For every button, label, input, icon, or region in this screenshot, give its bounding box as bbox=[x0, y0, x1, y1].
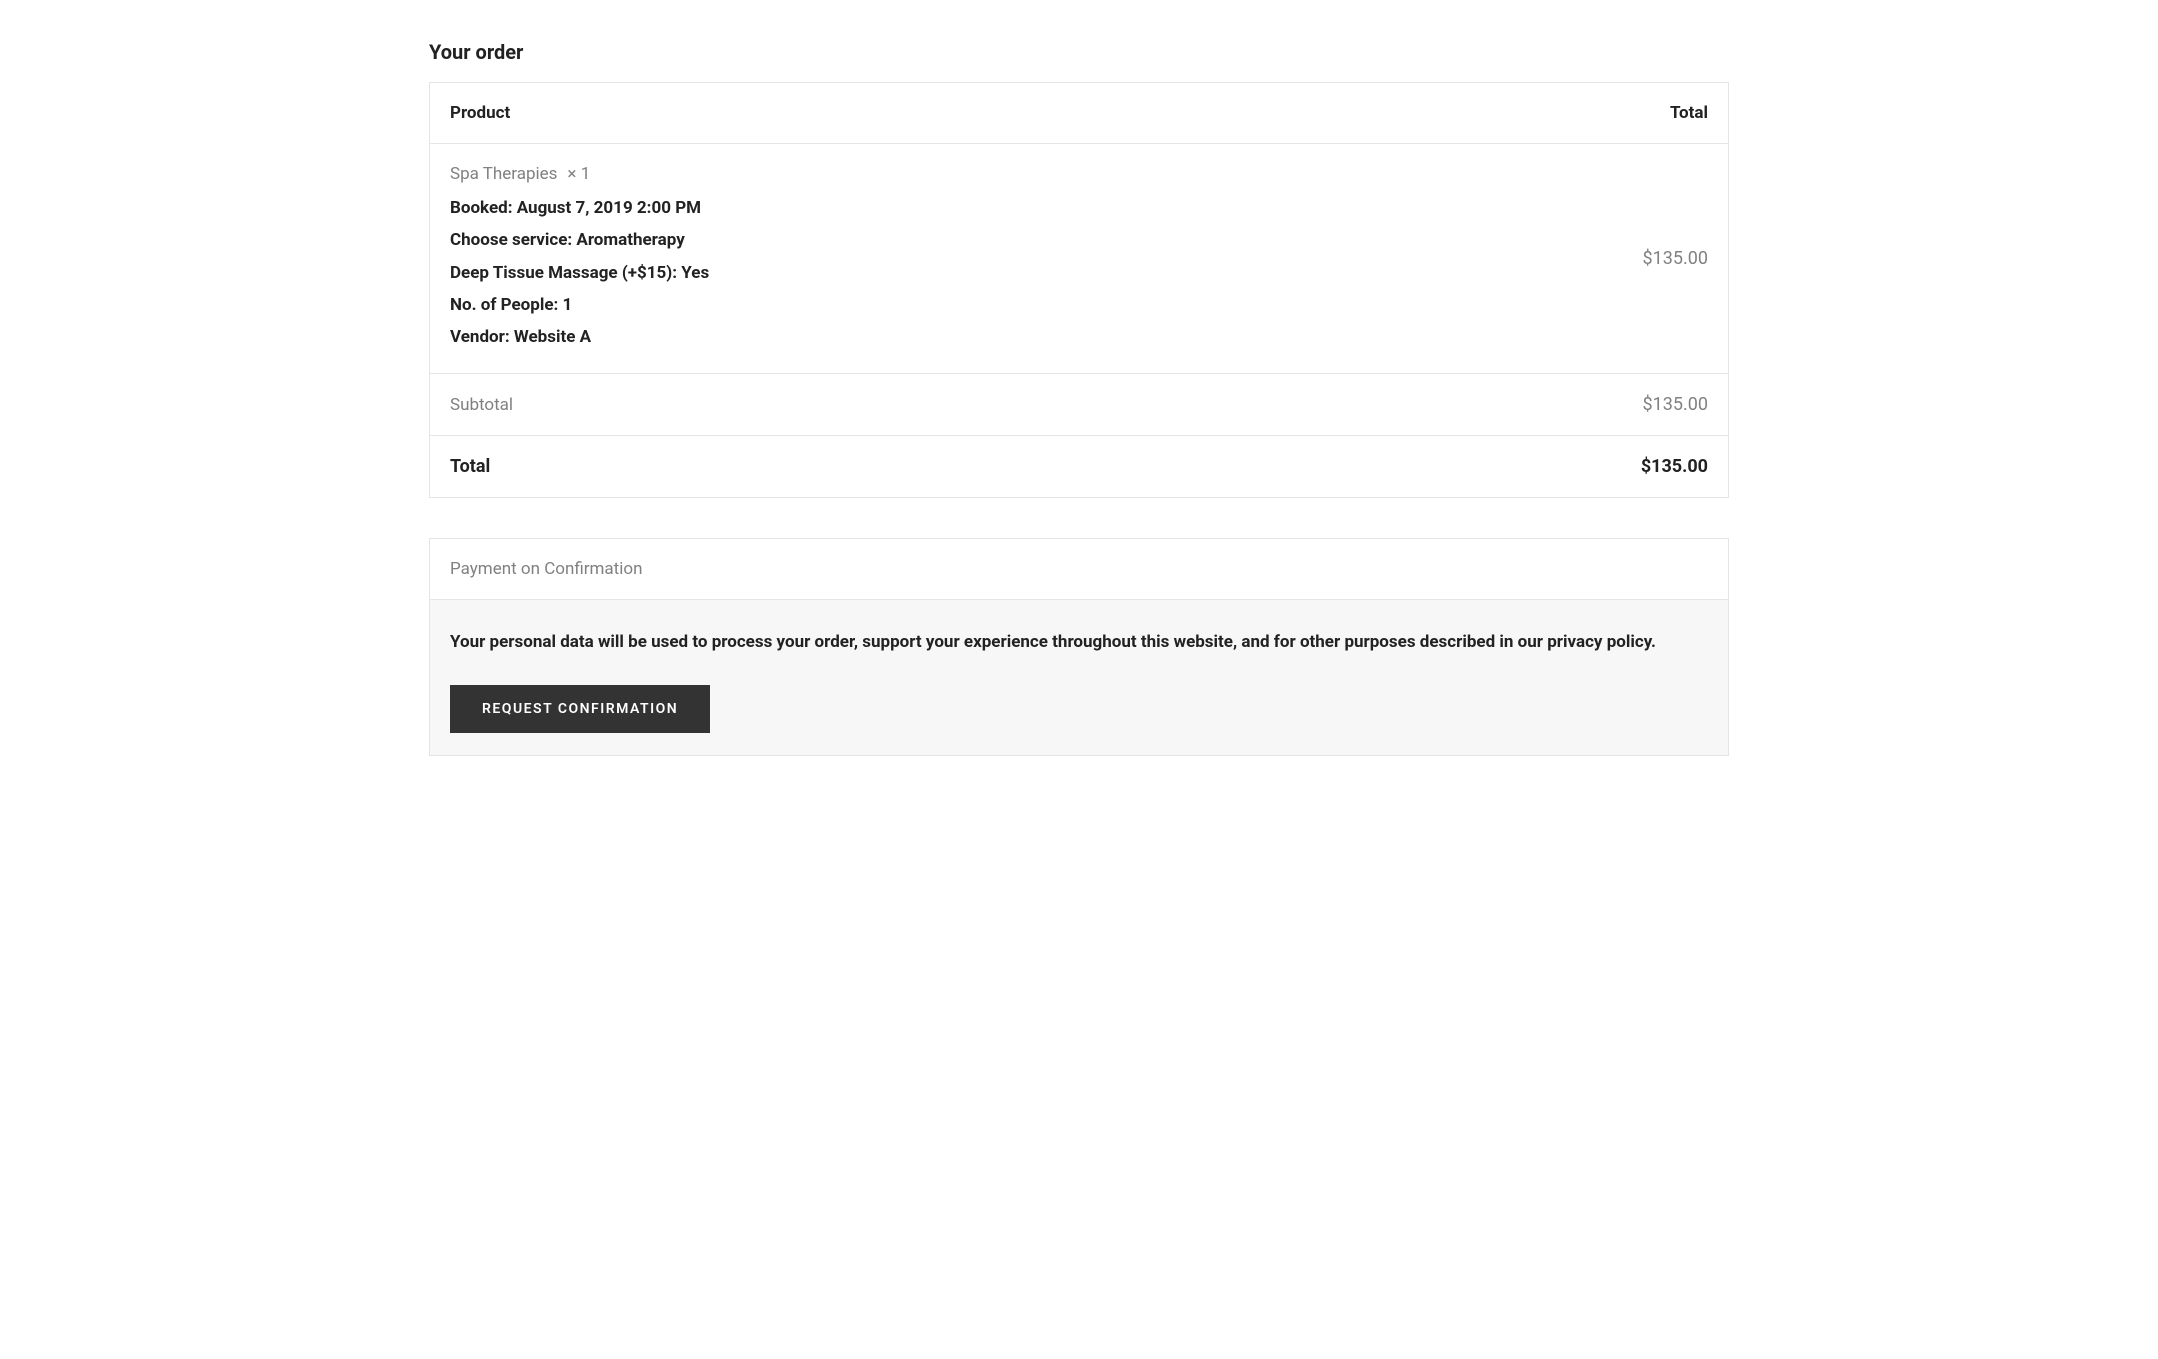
order-item-price-cell: $135.00 bbox=[1385, 144, 1728, 374]
subtotal-label: Subtotal bbox=[430, 374, 1386, 436]
order-item-row: Spa Therapies × 1 Booked: August 7, 2019… bbox=[430, 144, 1729, 374]
detail-people: No. of People: 1 bbox=[450, 289, 1365, 321]
detail-booked: Booked: August 7, 2019 2:00 PM bbox=[450, 192, 1365, 224]
total-row: Total $135.00 bbox=[430, 436, 1729, 498]
detail-service: Choose service: Aromatherapy bbox=[450, 224, 1365, 256]
column-header-total: Total bbox=[1385, 83, 1728, 144]
column-header-product: Product bbox=[430, 83, 1386, 144]
payment-box: Payment on Confirmation Your personal da… bbox=[429, 538, 1729, 756]
total-value-cell: $135.00 bbox=[1385, 436, 1728, 498]
order-heading: Your order bbox=[429, 40, 1729, 64]
order-item-price: $135.00 bbox=[1643, 248, 1708, 269]
product-quantity: × 1 bbox=[567, 164, 590, 184]
product-name: Spa Therapies bbox=[450, 164, 557, 184]
order-item-cell: Spa Therapies × 1 Booked: August 7, 2019… bbox=[430, 144, 1386, 374]
total-label: Total bbox=[430, 436, 1386, 498]
request-confirmation-button[interactable]: Request Confirmation bbox=[450, 685, 710, 733]
payment-footer: Your personal data will be used to proce… bbox=[430, 600, 1728, 755]
total-value: $135.00 bbox=[1641, 456, 1708, 477]
order-review-table: Product Total Spa Therapies × 1 Booked: … bbox=[429, 82, 1729, 498]
subtotal-value-cell: $135.00 bbox=[1385, 374, 1728, 436]
detail-vendor: Vendor: Website A bbox=[450, 321, 1365, 353]
detail-addon: Deep Tissue Massage (+$15): Yes bbox=[450, 257, 1365, 289]
privacy-policy-text: Your personal data will be used to proce… bbox=[450, 628, 1708, 657]
subtotal-value: $135.00 bbox=[1643, 394, 1708, 415]
subtotal-row: Subtotal $135.00 bbox=[430, 374, 1729, 436]
product-details: Booked: August 7, 2019 2:00 PM Choose se… bbox=[450, 192, 1365, 353]
payment-method: Payment on Confirmation bbox=[430, 539, 1728, 600]
